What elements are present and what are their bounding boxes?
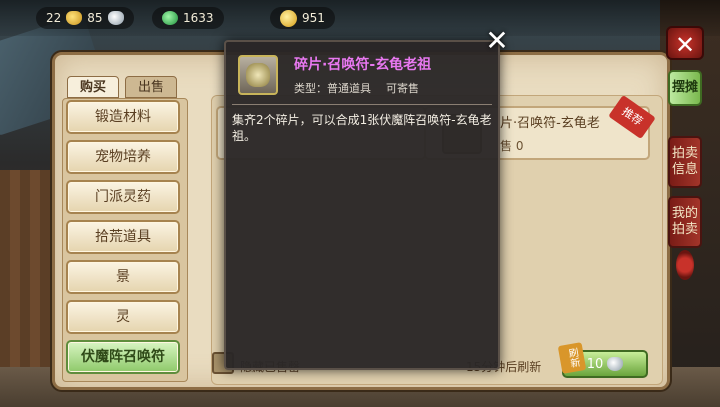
listing-item-name: 片·召唤符-玄龟老 [500,116,600,131]
silver-amount: 85 [87,11,103,25]
knot-ornament-icon [676,250,694,280]
category-pet-training[interactable]: 宠物培养 [66,140,180,174]
popup-item-type: 类型：普通道具 [294,82,371,95]
jade-counter[interactable]: 1633 [152,7,224,29]
refresh-tag: 刷新 [557,342,587,374]
jade-icon [162,11,178,25]
category-scavenge-items[interactable]: 拾荒道具 [66,220,180,254]
close-popup-button[interactable]: ✕ [482,26,512,56]
tab-auction-info-label: 拍卖信息 [671,146,698,177]
tab-sell[interactable]: 出售 [125,76,177,98]
popup-item-tradable: 可寄售 [386,82,419,95]
scroll-icon [246,63,270,87]
tab-buy[interactable]: 购买 [67,76,119,98]
coin-icon [280,9,297,27]
gold-amount: 22 [46,11,62,25]
category-spirit[interactable]: 灵 [66,300,180,334]
popup-item-title: 碎片·召唤符-玄龟老祖 [294,57,432,73]
tab-my-auction-label: 我的拍卖 [671,206,698,237]
close-panel-button[interactable]: ✕ [666,26,704,60]
coin-counter[interactable]: 951 [270,7,335,29]
tab-stall[interactable]: 摆摊 [668,70,702,106]
category-demon-summon[interactable]: 伏魔阵召唤符 [66,340,180,374]
refresh-cost: 10 [586,356,604,372]
popup-item-description: 集齐2个碎片，可以合成1张伏魔阵召唤符-玄龟老祖。 [232,113,492,143]
silver-ingot-icon [607,357,624,371]
gold-silver-counter: 22 85 [36,7,134,29]
silver-ingot-icon [107,11,124,25]
coin-amount: 951 [302,11,325,25]
tab-auction-info[interactable]: 拍卖信息 [668,136,702,188]
jade-amount: 1633 [183,11,214,25]
popup-divider [232,104,492,105]
summon-fragment-icon [238,55,278,95]
tab-my-auction[interactable]: 我的拍卖 [668,196,702,248]
category-sect-medicine[interactable]: 门派灵药 [66,180,180,214]
listing-item-stock: 售 0 [500,139,524,153]
resource-bar: 22 85 1633 951 [0,0,720,36]
gold-ingot-icon [66,11,83,25]
category-scenery[interactable]: 景 [66,260,180,294]
tab-stall-label: 摆摊 [671,80,698,95]
category-forging-materials[interactable]: 锻造材料 [66,100,180,134]
background-wood [0,170,60,390]
